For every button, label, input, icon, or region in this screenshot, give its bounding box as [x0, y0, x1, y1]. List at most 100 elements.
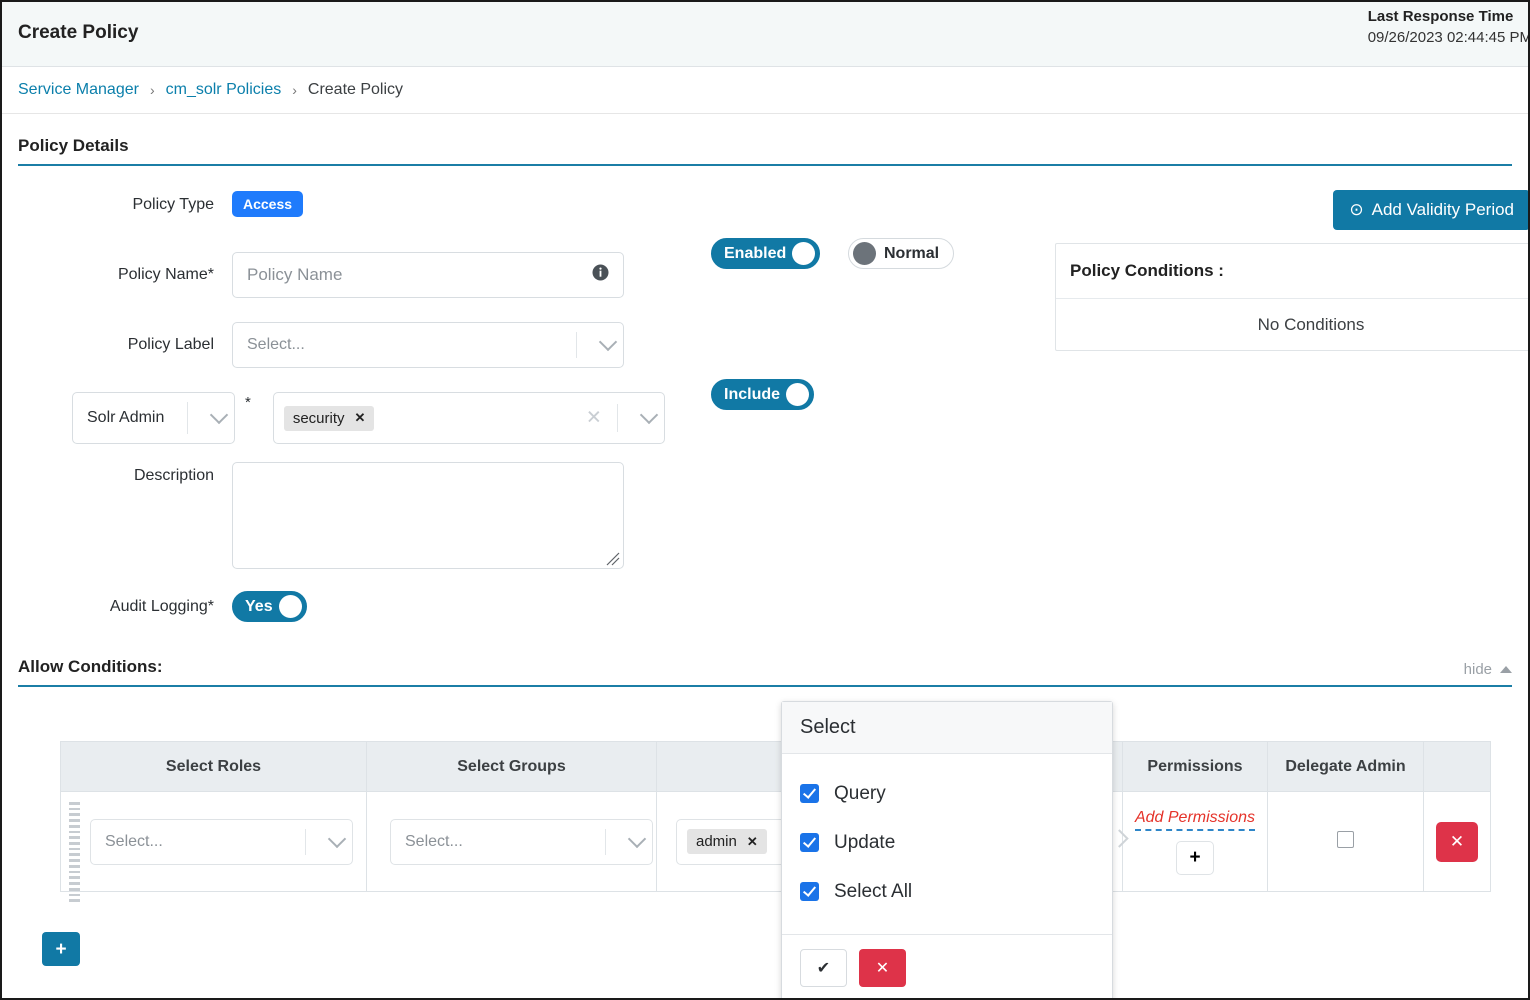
include-toggle[interactable]: Include — [711, 379, 814, 410]
policy-name-placeholder: Policy Name — [247, 265, 342, 285]
permissions-popup: Select Query Update Select All ✔ ✕ — [781, 701, 1113, 1000]
toggle-knob — [853, 242, 876, 265]
policy-label-label: Policy Label — [2, 322, 232, 368]
table-row: Select... Select... — [61, 792, 1491, 892]
last-response-time: Last Response Time 09/26/2023 02:44:45 P… — [1368, 8, 1530, 46]
description-label: Description — [2, 462, 232, 490]
allow-conditions-section: Allow Conditions: hide — [18, 657, 1512, 687]
audit-logging-row: Audit Logging* Yes — [2, 591, 307, 622]
policy-details-title: Policy Details — [18, 136, 1512, 164]
policy-label-placeholder: Select... — [233, 336, 305, 354]
permission-option-query[interactable]: Query — [800, 769, 1094, 818]
breadcrumb-cm-solr-policies[interactable]: cm_solr Policies — [166, 81, 282, 99]
hide-allow-conditions-link[interactable]: hide — [1464, 661, 1512, 678]
policy-label-select[interactable]: Select... — [232, 322, 624, 368]
checkbox-select-all[interactable] — [800, 882, 819, 901]
permission-option-select-all[interactable]: Select All — [800, 867, 1094, 916]
resource-tag[interactable]: security ✕ — [284, 406, 375, 431]
user-tag-label: admin — [696, 833, 737, 850]
confirm-permissions-button[interactable]: ✔ — [800, 949, 847, 987]
policy-conditions-header: Policy Conditions : + — [1056, 244, 1530, 299]
add-validity-period-button[interactable]: ⊙ Add Validity Period — [1333, 190, 1530, 230]
toggle-knob — [279, 595, 302, 618]
user-tag[interactable]: admin ✕ — [687, 829, 767, 854]
resource-type-value: Solr Admin — [73, 409, 164, 427]
allow-conditions-table: Select Roles Select Groups Select Users … — [60, 741, 1490, 892]
select-roles-input[interactable]: Select... — [90, 819, 353, 865]
cell-delegate-admin — [1268, 792, 1424, 892]
hide-label: hide — [1464, 661, 1492, 678]
policy-details-section: Policy Details — [18, 114, 1512, 166]
chevron-down-icon[interactable] — [577, 323, 623, 367]
permission-option-query-label: Query — [834, 783, 886, 805]
policy-name-row: Policy Name* Policy Name — [2, 252, 624, 298]
toggle-knob — [786, 383, 809, 406]
section-divider — [18, 685, 1512, 687]
resource-tag-label: security — [293, 410, 345, 427]
enabled-toggle-label: Enabled — [712, 245, 792, 263]
add-permissions-link[interactable]: Add Permissions — [1135, 809, 1255, 831]
table-header-row: Select Roles Select Groups Select Users … — [61, 742, 1491, 792]
audit-logging-control: Yes — [232, 591, 307, 622]
chevron-down-icon[interactable] — [618, 393, 664, 443]
policy-type-badge[interactable]: Access — [232, 191, 303, 217]
normal-toggle[interactable]: Normal — [848, 238, 954, 269]
cell-select-roles: Select... — [61, 792, 367, 892]
policy-conditions-panel: Policy Conditions : + No Conditions — [1055, 243, 1530, 351]
chevron-down-icon[interactable] — [606, 820, 652, 864]
enabled-toggle[interactable]: Enabled — [711, 238, 820, 269]
last-response-time-label: Last Response Time — [1368, 8, 1530, 25]
enabled-toggle-wrap: Enabled — [711, 238, 820, 269]
resource-required-mark: * — [245, 394, 251, 411]
cancel-permissions-button[interactable]: ✕ — [859, 949, 906, 987]
remove-tag-icon[interactable]: ✕ — [747, 834, 758, 850]
chevron-down-icon[interactable] — [188, 393, 234, 443]
add-validity-period-label: Add Validity Period — [1372, 200, 1514, 220]
checkbox-query[interactable] — [800, 784, 819, 803]
select-groups-input[interactable]: Select... — [390, 819, 653, 865]
clear-all-icon[interactable]: ✕ — [586, 407, 602, 430]
description-textarea[interactable] — [232, 462, 624, 569]
chevron-down-icon[interactable] — [306, 820, 352, 864]
description-row: Description — [2, 462, 624, 569]
policy-name-input[interactable]: Policy Name — [232, 252, 624, 298]
cell-permissions: Add Permissions + — [1123, 792, 1268, 892]
policy-conditions-title: Policy Conditions : — [1070, 261, 1224, 281]
audit-logging-toggle-label: Yes — [233, 598, 279, 616]
resource-controls: Solr Admin * security ✕ ✕ — [72, 392, 665, 444]
breadcrumb-service-manager[interactable]: Service Manager — [18, 81, 139, 99]
caret-up-icon — [1500, 666, 1512, 673]
policy-details-form: Policy Type Access Policy Name* Policy N… — [2, 166, 1528, 586]
policy-type-row: Policy Type Access — [2, 191, 303, 219]
include-toggle-wrap: Include — [711, 379, 814, 410]
add-condition-row-button[interactable]: + — [42, 932, 80, 966]
permission-option-update-label: Update — [834, 832, 895, 854]
info-icon[interactable] — [592, 264, 609, 286]
audit-logging-label: Audit Logging* — [2, 591, 232, 622]
remove-tag-icon[interactable]: ✕ — [355, 410, 366, 426]
permissions-popup-title: Select — [782, 702, 1112, 754]
policy-name-control: Policy Name — [232, 252, 624, 298]
no-conditions-text: No Conditions — [1258, 315, 1365, 335]
audit-logging-toggle[interactable]: Yes — [232, 591, 307, 622]
cell-actions: ✕ — [1424, 792, 1491, 892]
policy-type-label: Policy Type — [2, 191, 232, 219]
page-title: Create Policy — [18, 22, 138, 44]
permission-option-select-all-label: Select All — [834, 881, 912, 903]
select-groups-placeholder: Select... — [391, 833, 463, 851]
breadcrumb: Service Manager › cm_solr Policies › Cre… — [2, 67, 1528, 114]
checkbox-update[interactable] — [800, 833, 819, 852]
toggle-knob — [792, 242, 815, 265]
policy-conditions-body: No Conditions — [1056, 299, 1530, 350]
drag-handle-icon[interactable] — [69, 802, 81, 902]
resource-value-multiselect[interactable]: security ✕ ✕ — [273, 392, 665, 444]
delegate-admin-checkbox[interactable] — [1337, 831, 1354, 848]
include-toggle-label: Include — [712, 386, 786, 404]
permission-option-update[interactable]: Update — [800, 818, 1094, 867]
resource-row: Solr Admin * security ✕ ✕ — [2, 392, 665, 444]
policy-name-label: Policy Name* — [2, 252, 232, 298]
policy-type-control: Access — [232, 191, 303, 217]
add-permissions-button[interactable]: + — [1176, 841, 1214, 875]
resource-type-select[interactable]: Solr Admin — [72, 392, 235, 444]
delete-row-button[interactable]: ✕ — [1436, 822, 1478, 862]
